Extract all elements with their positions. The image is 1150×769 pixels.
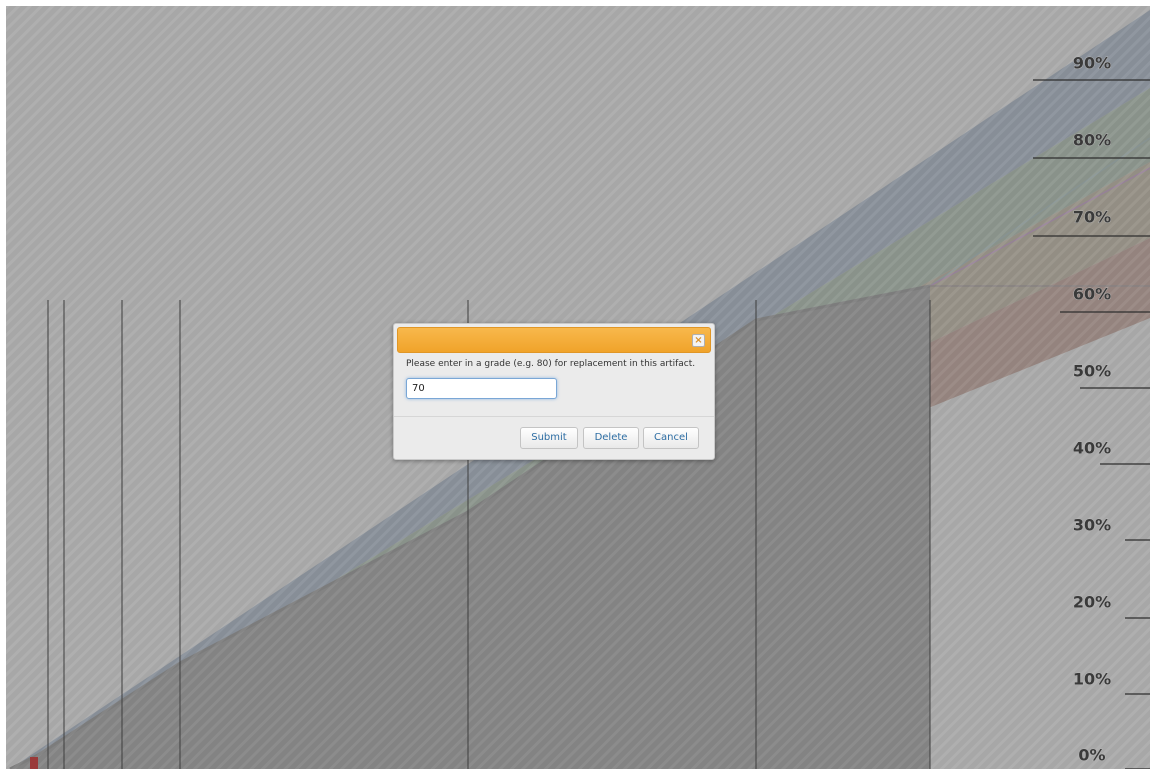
y-tick-label: 40% bbox=[1073, 439, 1111, 458]
y-tick-label: 60% bbox=[1073, 285, 1111, 304]
close-icon[interactable]: × bbox=[692, 334, 705, 347]
grade-dialog: × Please enter in a grade (e.g. 80) for … bbox=[393, 323, 715, 460]
y-tick-label: 0% bbox=[1078, 746, 1105, 765]
y-tick-label: 20% bbox=[1073, 593, 1111, 612]
dialog-divider bbox=[394, 416, 714, 417]
dialog-message: Please enter in a grade (e.g. 80) for re… bbox=[406, 359, 696, 369]
cancel-button[interactable]: Cancel bbox=[643, 427, 699, 449]
submit-button[interactable]: Submit bbox=[520, 427, 578, 449]
y-tick-label: 50% bbox=[1073, 362, 1111, 381]
grade-input[interactable] bbox=[406, 378, 557, 399]
y-tick-label: 30% bbox=[1073, 516, 1111, 535]
grade-progress-chart: 90% 80% 70% 60% 50% 40% 30% 20% 10% 0% × Please e… bbox=[0, 0, 1150, 769]
y-tick-label: 10% bbox=[1073, 670, 1111, 689]
delete-button[interactable]: Delete bbox=[583, 427, 639, 449]
start-marker bbox=[30, 757, 38, 769]
y-tick-label: 80% bbox=[1073, 131, 1111, 150]
y-tick-label: 70% bbox=[1073, 208, 1111, 227]
dialog-titlebar[interactable]: × bbox=[397, 327, 711, 353]
y-tick-label: 90% bbox=[1073, 54, 1111, 73]
